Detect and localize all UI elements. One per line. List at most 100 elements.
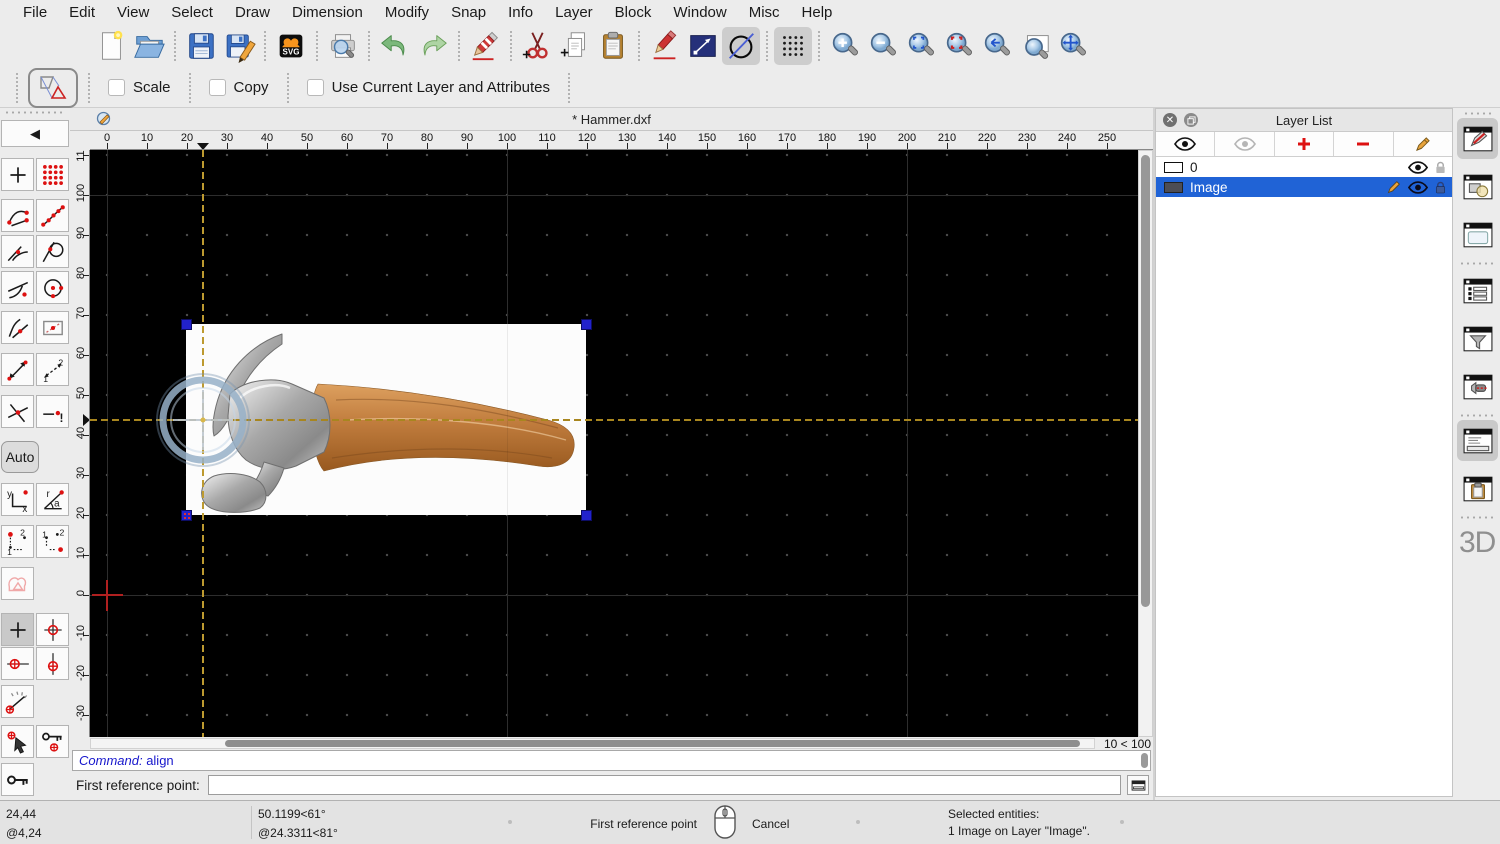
snap-limit-icon[interactable]: ! [36,395,69,428]
command-history-scrollbar[interactable] [1141,753,1148,768]
svg-export-icon[interactable]: SVG [272,27,310,65]
checkbox-copy[interactable]: Copy [209,79,269,96]
layer-row-0[interactable]: 0 [1156,157,1452,177]
snap-center-icon[interactable] [36,271,69,304]
restrict-horizontal-icon[interactable] [1,647,34,680]
zoom-auto-icon[interactable] [902,27,940,65]
layer-row-image[interactable]: Image [1156,177,1452,197]
grid-toggle-icon[interactable] [774,27,812,65]
circle-tool-icon[interactable] [722,27,760,65]
draw-pencil-icon[interactable] [646,27,684,65]
block-list-toggle-icon[interactable] [1457,166,1498,207]
filter-toggle-icon[interactable] [1457,318,1498,359]
document-title-bar[interactable]: * Hammer.dxf [70,108,1153,131]
snap-free-icon[interactable] [1,158,34,191]
library-browser-toggle-icon[interactable] [1457,214,1498,255]
snap-middle-icon[interactable] [1,311,34,344]
line-tool-icon[interactable] [684,27,722,65]
menu-help[interactable]: Help [791,4,844,21]
snap-distance-icon[interactable]: 12 [36,353,69,386]
save-icon[interactable] [182,27,220,65]
lock-relative-zero-icon[interactable] [36,725,69,758]
command-widget-toggle-button[interactable] [1127,775,1149,795]
selection-handle-bottom-right[interactable] [581,510,592,521]
dock-drag-handle[interactable] [1463,112,1493,115]
checkbox-use-current-layer-and-attributes[interactable]: Use Current Layer and Attributes [307,79,550,96]
snap-grid-icon[interactable] [36,158,69,191]
corner-relative-1-icon[interactable]: 12 [1,525,34,558]
selection-handle-bottom-left[interactable] [181,510,192,521]
add-layer-icon[interactable] [1275,132,1334,156]
remove-layer-icon[interactable] [1334,132,1393,156]
command-line-toggle-icon[interactable] [1457,420,1498,461]
selection-ghost-icon[interactable] [1,567,34,600]
close-icon[interactable]: ✕ [1163,113,1177,127]
restrict-orthogonal-icon[interactable] [36,613,69,646]
zoom-window-icon[interactable] [940,27,978,65]
undock-icon[interactable] [1184,113,1198,127]
zoom-pan-icon[interactable] [1054,27,1092,65]
command-input[interactable] [208,775,1121,795]
undo-icon[interactable] [376,27,414,65]
canvas-vertical-scrollbar[interactable] [1138,150,1153,737]
checkbox-box-icon[interactable] [108,79,125,96]
drawing-canvas[interactable] [90,150,1138,737]
menu-view[interactable]: View [106,4,160,21]
snap-reference-icon[interactable] [36,311,69,344]
snap-auto-button[interactable]: Auto [1,441,39,473]
select-reference-icon[interactable] [1,725,34,758]
menu-modify[interactable]: Modify [374,4,440,21]
restrict-vertical-icon[interactable] [36,647,69,680]
menu-edit[interactable]: Edit [58,4,106,21]
layer-lock-icon[interactable] [1435,181,1446,194]
snap-intersection-icon[interactable] [1,395,34,428]
corner-relative-2-icon[interactable]: 12 [36,525,69,558]
menu-info[interactable]: Info [497,4,544,21]
zoom-previous-icon[interactable] [978,27,1016,65]
pen-wizard-toggle-icon[interactable] [1457,366,1498,407]
selection-handle-top-right[interactable] [581,319,592,330]
align-tool-button[interactable] [28,68,78,108]
layer-lock-icon[interactable] [1435,161,1446,174]
menu-snap[interactable]: Snap [440,4,497,21]
hide-all-layers-eye-icon[interactable] [1215,132,1274,156]
selection-handle-top-left[interactable] [181,319,192,330]
snap-auto-icon[interactable] [1,353,34,386]
menu-layer[interactable]: Layer [544,4,604,21]
palette-drag-handle[interactable] [4,111,66,114]
layer-list-toggle-icon[interactable] [1457,118,1498,159]
menu-dimension[interactable]: Dimension [281,4,374,21]
coordinate-polar-icon[interactable]: ra [36,483,69,516]
menu-file[interactable]: File [12,4,58,21]
checkbox-scale[interactable]: Scale [108,79,171,96]
palette-back-button[interactable]: ◀ [1,120,69,147]
horizontal-scrollbar-thumb[interactable] [225,740,1080,747]
checkbox-box-icon[interactable] [209,79,226,96]
checkbox-box-icon[interactable] [307,79,324,96]
open-folder-icon[interactable] [130,27,168,65]
zoom-out-icon[interactable] [864,27,902,65]
vertical-scrollbar-thumb[interactable] [1141,155,1150,607]
canvas-horizontal-scrollbar[interactable]: 10 < 100 [70,737,1153,751]
show-all-layers-eye-icon[interactable] [1156,132,1215,156]
snap-nearest-icon[interactable] [1,271,34,304]
delete-eraser-icon[interactable] [466,27,504,65]
coordinate-xy-icon[interactable]: yx [1,483,34,516]
snap-on-entity-icon[interactable] [36,199,69,232]
new-file-icon[interactable] [92,27,130,65]
layer-visible-eye-icon[interactable] [1408,161,1428,174]
zoom-in-icon[interactable] [826,27,864,65]
angle-gauge-icon[interactable] [1,685,34,718]
relative-zero-key-icon[interactable] [1,763,34,796]
print-preview-icon[interactable] [324,27,362,65]
layer-edit-pencil-icon[interactable] [1386,180,1401,195]
menu-window[interactable]: Window [662,4,737,21]
save-as-icon[interactable] [220,27,258,65]
layer-visible-eye-icon[interactable] [1408,181,1428,194]
menu-misc[interactable]: Misc [738,4,791,21]
redo-icon[interactable] [414,27,452,65]
menu-draw[interactable]: Draw [224,4,281,21]
restrict-nothing-icon[interactable] [1,613,34,646]
cut-icon[interactable] [518,27,556,65]
snap-endpoints-icon[interactable] [1,199,34,232]
